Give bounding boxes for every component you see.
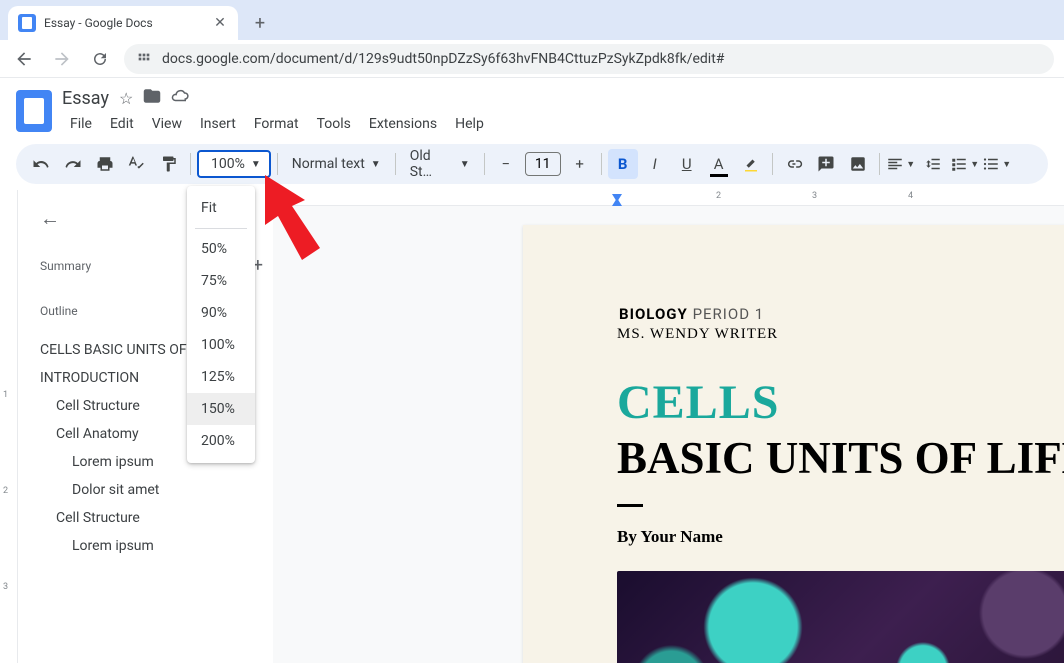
divider [617,504,643,507]
menu-tools[interactable]: Tools [309,112,359,136]
title-cells[interactable]: CELLS [617,375,1064,430]
separator [879,153,880,175]
font-size-input[interactable]: 11 [525,152,561,176]
underline-button[interactable]: U [672,149,702,179]
new-tab-button[interactable]: + [246,9,274,37]
menu-format[interactable]: Format [246,112,307,136]
zoom-selector[interactable]: 100% ▼ [197,150,271,178]
bulleted-list-button[interactable]: ▼ [982,149,1012,179]
move-icon[interactable] [143,87,161,109]
text-color-button[interactable]: A [704,149,734,179]
document-page[interactable]: BIOLOGY PERIOD 1 MS. WENDY WRITER CELLS … [523,225,1064,663]
forward-button[interactable] [48,45,76,73]
url-field[interactable]: docs.google.com/document/d/129s9udt50npD… [124,44,1054,74]
zoom-option-150[interactable]: 150% [187,393,255,425]
toolbar: 100% ▼ Normal text ▼ Old St… ▼ − 11 + B … [16,144,1048,184]
spellcheck-button[interactable] [122,149,152,179]
checklist-button[interactable]: ▼ [950,149,980,179]
zoom-option-50[interactable]: 50% [187,233,255,265]
tab-title: Essay - Google Docs [44,16,204,30]
decrease-font-button[interactable]: − [491,149,521,179]
browser-tab-strip: Essay - Google Docs ✕ + [0,0,1064,40]
main-area: 1 2 3 ← Summary + Outline CELLS BASIC UN… [0,190,1064,663]
font-selector[interactable]: Old St… ▼ [402,150,478,178]
separator [395,153,396,175]
docs-header: Essay ☆ File Edit View Insert Format Too… [0,78,1064,136]
font-value: Old St… [410,148,454,180]
menu-insert[interactable]: Insert [192,112,244,136]
undo-button[interactable] [26,149,56,179]
separator [772,153,773,175]
zoom-option-fit[interactable]: Fit [187,192,255,224]
menu-extensions[interactable]: Extensions [361,112,445,136]
cell-image[interactable] [617,571,1064,663]
outline-item[interactable]: Dolor sit amet [40,476,263,504]
zoom-option-200[interactable]: 200% [187,425,255,457]
site-settings-icon[interactable] [136,49,152,69]
separator [601,153,602,175]
vertical-ruler: 1 2 3 [0,190,18,663]
align-button[interactable]: ▼ [886,149,916,179]
docs-logo-icon[interactable] [16,90,52,132]
highlight-button[interactable] [736,149,766,179]
paint-format-button[interactable] [154,149,184,179]
zoom-value: 100% [211,156,245,172]
paragraph-style-selector[interactable]: Normal text ▼ [284,150,389,178]
title-basic-units[interactable]: BASIC UNITS OF LIFE [617,432,1064,484]
add-comment-button[interactable] [811,149,841,179]
separator [190,153,191,175]
line-spacing-button[interactable] [918,149,948,179]
zoom-dropdown-menu: Fit 50% 75% 90% 100% 125% 150% 200% [187,186,255,463]
reload-button[interactable] [86,45,114,73]
close-tab-icon[interactable]: ✕ [212,15,228,31]
italic-button[interactable]: I [640,149,670,179]
insert-image-button[interactable] [843,149,873,179]
redo-button[interactable] [58,149,88,179]
insert-link-button[interactable] [779,149,809,179]
url-text: docs.google.com/document/d/129s9udt50npD… [162,51,724,67]
cloud-status-icon[interactable] [171,87,189,109]
zoom-option-90[interactable]: 90% [187,297,255,329]
byline[interactable]: By Your Name [617,527,1064,547]
docs-favicon [18,14,36,32]
back-button[interactable] [10,45,38,73]
menu-file[interactable]: File [62,112,100,136]
menu-bar: File Edit View Insert Format Tools Exten… [62,112,1048,136]
browser-tab[interactable]: Essay - Google Docs ✕ [8,6,238,40]
caret-down-icon: ▼ [251,159,261,170]
print-button[interactable] [90,149,120,179]
summary-label: Summary [40,259,91,273]
caret-down-icon: ▼ [371,159,381,170]
style-value: Normal text [292,156,365,172]
zoom-option-100[interactable]: 100% [187,329,255,361]
horizontal-ruler: 2 3 4 [273,190,1064,206]
heading-biology[interactable]: BIOLOGY PERIOD 1 [617,305,1064,324]
menu-edit[interactable]: Edit [102,112,142,136]
menu-help[interactable]: Help [447,112,492,136]
outline-item[interactable]: Lorem ipsum [40,532,263,560]
menu-divider [195,228,247,229]
caret-down-icon: ▼ [460,159,470,170]
font-size-stepper: − 11 + [491,149,595,179]
outline-item[interactable]: Cell Structure [40,504,263,532]
separator [484,153,485,175]
increase-font-button[interactable]: + [565,149,595,179]
document-title[interactable]: Essay [62,88,109,109]
bold-button[interactable]: B [608,149,638,179]
heading-teacher[interactable]: MS. WENDY WRITER [617,326,1064,343]
separator [277,153,278,175]
menu-view[interactable]: View [144,112,190,136]
star-icon[interactable]: ☆ [119,89,133,108]
zoom-option-75[interactable]: 75% [187,265,255,297]
document-canvas[interactable]: 2 3 4 BIOLOGY PERIOD 1 MS. WENDY WRITER … [273,190,1064,663]
browser-address-bar: docs.google.com/document/d/129s9udt50npD… [0,40,1064,78]
zoom-option-125[interactable]: 125% [187,361,255,393]
